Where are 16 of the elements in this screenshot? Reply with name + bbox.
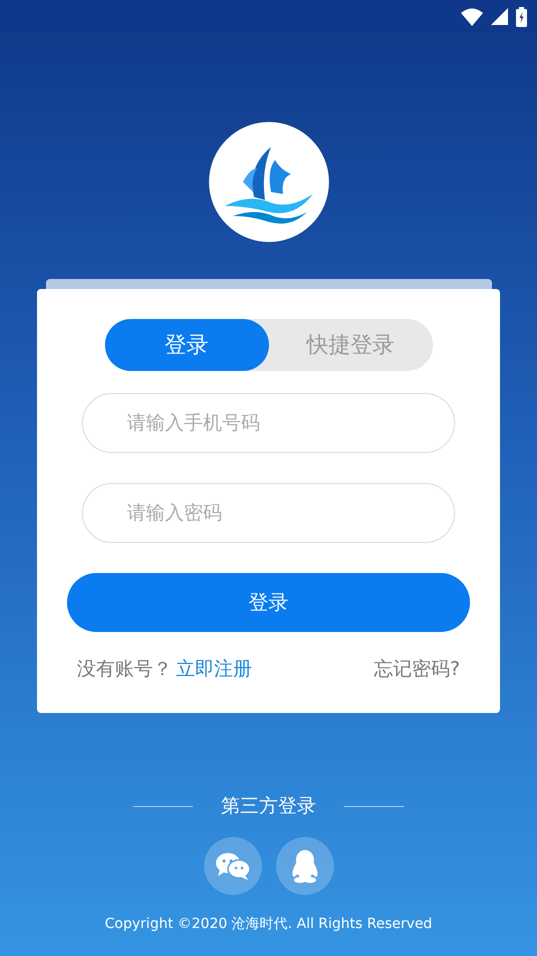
wifi-icon <box>461 8 483 26</box>
penguin-icon <box>290 849 320 883</box>
copyright-text: Copyright ©2020 沧海时代. All Rights Reserved <box>104 915 432 933</box>
register-link[interactable]: 立即注册 <box>176 658 252 680</box>
battery-icon <box>516 6 527 26</box>
forgot-password-link[interactable]: 忘记密码? <box>374 656 460 682</box>
tab[interactable]: 快捷登录 <box>268 319 432 371</box>
signal-icon <box>491 8 508 25</box>
input-field[interactable]: 请输入密码 <box>82 483 455 543</box>
input-field[interactable]: 请输入手机号码 <box>82 393 455 453</box>
register-prompt: 没有账号？ <box>77 658 172 680</box>
login-button[interactable]: 登录 <box>67 573 470 632</box>
logo-icon <box>208 122 328 242</box>
chat-bubbles-icon <box>214 851 250 881</box>
third-party-title: 第三方登录 <box>221 794 316 819</box>
tab[interactable]: 登录 <box>104 319 268 371</box>
